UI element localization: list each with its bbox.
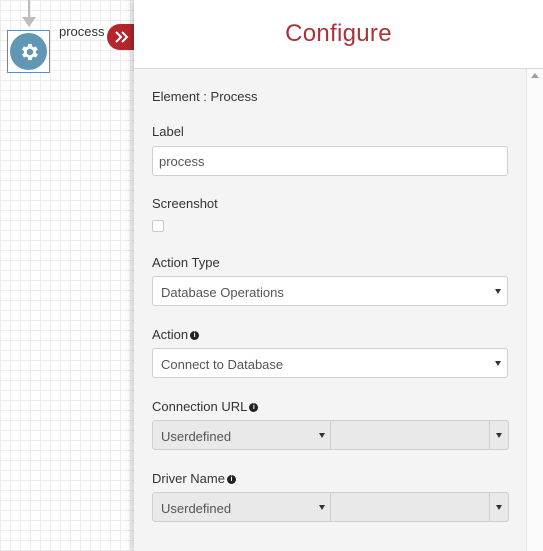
- action-label: Action i: [152, 327, 200, 342]
- screenshot-checkbox[interactable]: [152, 220, 164, 232]
- connection-url-label-text: Connection URL: [152, 399, 248, 414]
- collapse-panel-button[interactable]: [107, 24, 137, 50]
- element-type-text: Element : Process: [152, 89, 258, 104]
- driver-name-label: Driver Name i: [152, 471, 236, 486]
- action-label-text: Action: [152, 327, 189, 342]
- action-type-select[interactable]: Database Operations: [152, 276, 508, 306]
- connector-arrowhead: [22, 17, 36, 27]
- label-field-label: Label: [152, 124, 184, 139]
- info-icon[interactable]: i: [226, 475, 236, 485]
- caret-down-icon: [319, 505, 325, 510]
- action-type-label: Action Type: [152, 255, 220, 270]
- caret-down-icon: [496, 433, 502, 438]
- connection-url-label: Connection URL i: [152, 399, 259, 414]
- screenshot-label: Screenshot: [152, 196, 218, 211]
- gear-icon: [10, 33, 47, 70]
- select-divider: [489, 493, 490, 521]
- panel-title: Configure: [285, 20, 392, 47]
- caret-down-icon: [495, 361, 501, 366]
- label-input[interactable]: [152, 146, 508, 176]
- configure-panel: Configure Element : Process Label Screen…: [134, 0, 543, 551]
- select-divider: [489, 421, 490, 449]
- scroll-up-arrow-icon[interactable]: [531, 73, 539, 78]
- panel-header: Configure: [134, 0, 543, 69]
- process-node[interactable]: [7, 30, 50, 73]
- driver-name-label-text: Driver Name: [152, 471, 225, 486]
- driver-name-value-select[interactable]: [330, 492, 509, 522]
- node-label: process: [57, 24, 107, 39]
- caret-down-icon: [495, 289, 501, 294]
- info-icon[interactable]: i: [190, 331, 200, 341]
- workflow-canvas[interactable]: process: [0, 0, 134, 551]
- panel-scrollbar[interactable]: [526, 69, 543, 551]
- connection-url-value-select[interactable]: [330, 420, 509, 450]
- driver-name-mode-select[interactable]: Userdefined: [152, 492, 332, 522]
- connection-url-mode-value: Userdefined: [161, 429, 232, 444]
- driver-name-mode-value: Userdefined: [161, 501, 232, 516]
- action-select[interactable]: Connect to Database: [152, 348, 508, 378]
- connection-url-mode-select[interactable]: Userdefined: [152, 420, 332, 450]
- action-value: Connect to Database: [161, 357, 284, 372]
- panel-body: Element : Process Label Screenshot Actio…: [134, 69, 527, 551]
- double-chevron-right-icon: [115, 31, 129, 43]
- caret-down-icon: [319, 433, 325, 438]
- caret-down-icon: [496, 505, 502, 510]
- action-type-value: Database Operations: [161, 285, 284, 300]
- info-icon[interactable]: i: [249, 403, 259, 413]
